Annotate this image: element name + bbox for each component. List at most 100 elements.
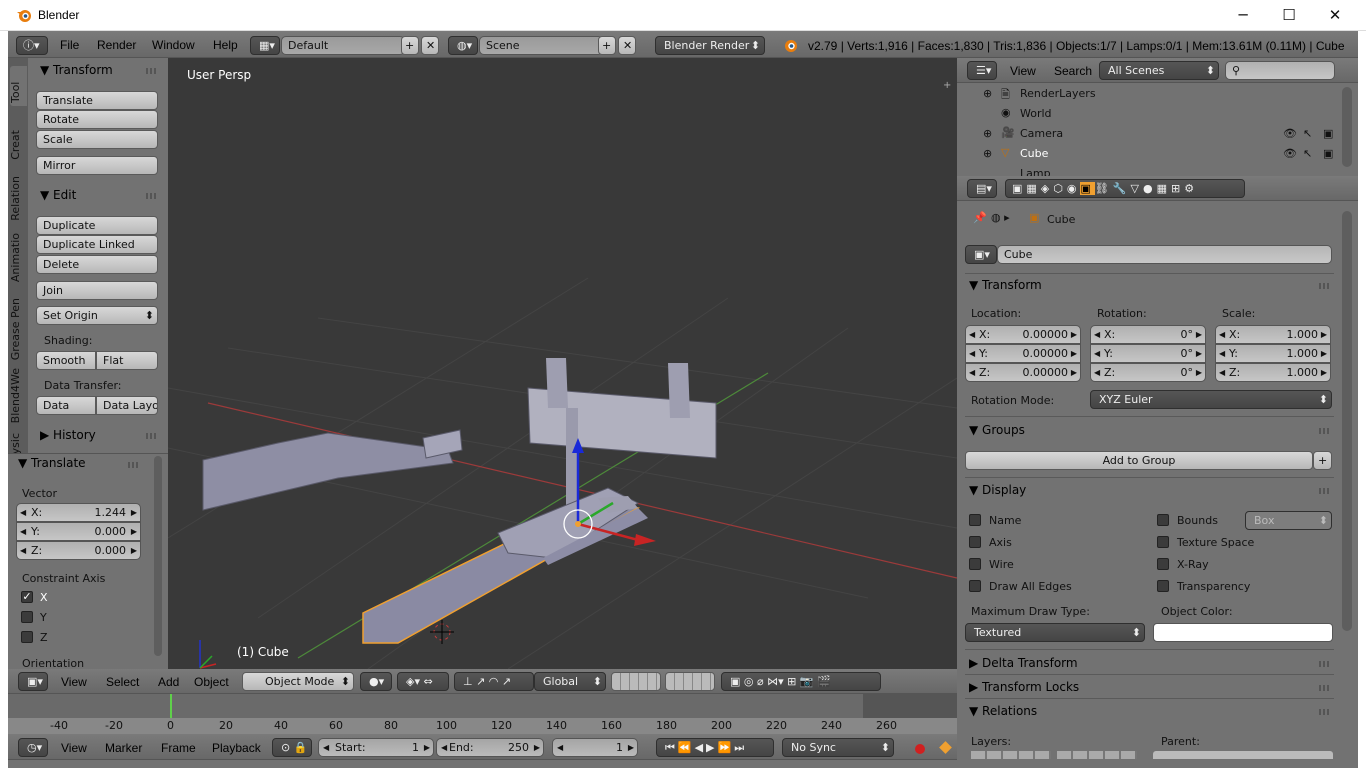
pin-icon[interactable]: 📌 — [973, 211, 987, 224]
vector-y-field[interactable]: ◀ Y: 0.000 ▶ — [16, 522, 141, 541]
maximize-button[interactable]: ☐ — [1266, 0, 1312, 31]
end-frame-field[interactable]: ◀ End: 250 ▶ — [436, 738, 544, 757]
transform-orientation-select[interactable]: Global ⬍ — [534, 672, 606, 691]
outliner-row[interactable]: ⊕ 🎥 Camera 👁 ↖ ▣ — [957, 123, 1337, 143]
render-camera-icon[interactable]: ▣ — [1323, 127, 1333, 140]
layers-grid-right[interactable] — [665, 672, 715, 691]
display-name-checkbox[interactable] — [969, 514, 981, 526]
rotation-z-field[interactable]: ◀ Z: 0° ▶ — [1090, 363, 1206, 382]
vector-z-field[interactable]: ◀ Z: 0.000 ▶ — [16, 541, 141, 560]
start-frame-field[interactable]: ◀ Start: 1 ▶ — [318, 738, 434, 757]
scene-field[interactable]: Scene — [479, 36, 603, 55]
layers-grid[interactable] — [971, 751, 1051, 759]
tab-blend4web[interactable]: Blend4We — [9, 368, 22, 423]
duplicate-button[interactable]: Duplicate — [36, 216, 158, 235]
groups-header[interactable]: ▼ Groups — [969, 423, 1025, 437]
menu-render[interactable]: Render — [97, 38, 136, 52]
display-header[interactable]: ▼ Display — [969, 483, 1026, 497]
data-button[interactable]: Data — [36, 396, 96, 415]
timeline-menu-marker[interactable]: Marker — [105, 741, 142, 755]
location-z-field[interactable]: ◀ Z: 0.00000 ▶ — [965, 363, 1081, 382]
shading-mode-icon[interactable]: ●▾ — [360, 672, 392, 691]
display-mode-select[interactable]: All Scenes ⬍ — [1099, 61, 1219, 80]
timeline-ruler[interactable]: -40 -20 0 20 40 60 80 100 120 140 160 18… — [8, 718, 957, 734]
layout-remove-button[interactable]: ✕ — [421, 36, 439, 55]
record-icon[interactable] — [915, 744, 925, 754]
add-to-group-button[interactable]: Add to Group — [965, 451, 1313, 470]
vector-x-field[interactable]: ◀ X: 1.244 ▶ — [16, 503, 141, 522]
smooth-button[interactable]: Smooth — [36, 351, 96, 370]
playback-controls[interactable]: ⏮⏪◀▶⏩⏭ — [656, 738, 774, 757]
outliner-search-input[interactable]: ⚲ — [1225, 61, 1335, 80]
object-browse-icon[interactable]: ▣▾ — [965, 245, 997, 264]
texture-space-checkbox[interactable] — [1157, 536, 1169, 548]
outliner-menu-search[interactable]: Search — [1054, 64, 1092, 78]
render-engine-select[interactable]: Blender Render ⬍ — [655, 36, 765, 55]
outliner-item-camera[interactable]: Camera — [1020, 127, 1063, 140]
max-draw-type-select[interactable]: Textured ⬍ — [965, 623, 1145, 642]
menu-select[interactable]: Select — [106, 675, 139, 689]
transform-panel-header[interactable]: ▼ Transform — [40, 63, 113, 77]
scene-remove-button[interactable]: ✕ — [618, 36, 636, 55]
select-cursor-icon[interactable]: ↖ — [1303, 147, 1312, 160]
layout-field[interactable]: Default — [281, 36, 405, 55]
outliner-item-world[interactable]: World — [1020, 107, 1052, 120]
scene-icon[interactable]: ◍▾ — [448, 36, 478, 55]
constraint-y-checkbox[interactable] — [21, 611, 33, 623]
mode-select[interactable]: Object Mode ⬍ — [242, 672, 354, 691]
tab-tool[interactable]: Tool — [9, 68, 22, 103]
scale-z-field[interactable]: ◀ Z: 1.000 ▶ — [1215, 363, 1331, 382]
viewport-tool-icons[interactable]: ▣ ◎ ⌀ ⋈▾ ⊞ 📷 🎬 — [721, 672, 881, 691]
join-button[interactable]: Join — [36, 281, 158, 300]
tab-create[interactable]: Creat — [9, 130, 22, 160]
display-wire-checkbox[interactable] — [969, 558, 981, 570]
keyframe-icon[interactable] — [939, 741, 952, 754]
editor-type-info-icon[interactable]: ⓘ▾ — [16, 36, 48, 55]
mirror-button[interactable]: Mirror — [36, 156, 158, 175]
rotation-mode-select[interactable]: XYZ Euler ⬍ — [1090, 390, 1332, 409]
menu-view[interactable]: View — [61, 675, 87, 689]
outliner-item-lamp[interactable]: Lamp — [1020, 167, 1051, 176]
scale-x-field[interactable]: ◀ X: 1.000 ▶ — [1215, 325, 1331, 344]
menu-window[interactable]: Window — [152, 38, 195, 52]
data-layout-button[interactable]: Data Layo — [96, 396, 158, 415]
editor-type-outliner-icon[interactable]: ☰▾ — [967, 61, 997, 80]
delete-button[interactable]: Delete — [36, 255, 158, 274]
timeline-area[interactable]: -40 -20 0 20 40 60 80 100 120 140 160 18… — [8, 694, 957, 734]
menu-add[interactable]: Add — [158, 675, 179, 689]
visibility-eye-icon[interactable]: 👁 — [1283, 147, 1297, 160]
menu-help[interactable]: Help — [213, 38, 238, 52]
rotation-x-field[interactable]: ◀ X: 0° ▶ — [1090, 325, 1206, 344]
outliner-row[interactable]: Lamp — [957, 163, 1337, 176]
flat-button[interactable]: Flat — [96, 351, 158, 370]
rotate-button[interactable]: Rotate — [36, 110, 158, 129]
timeline-menu-playback[interactable]: Playback — [212, 741, 261, 755]
scale-button[interactable]: Scale — [36, 130, 158, 149]
duplicate-linked-button[interactable]: Duplicate Linked — [36, 235, 158, 254]
properties-context-tabs[interactable]: ▣▦◈⬡◉▣⛓🔧▽●▦⊞⚙ — [1005, 179, 1245, 198]
properties-transform-header[interactable]: ▼ Transform — [969, 278, 1042, 292]
location-y-field[interactable]: ◀ Y: 0.00000 ▶ — [965, 344, 1081, 363]
history-panel-header[interactable]: ▶ History — [40, 428, 96, 442]
layers-grid-2[interactable] — [1057, 751, 1137, 759]
xray-checkbox[interactable] — [1157, 558, 1169, 570]
object-color-swatch[interactable] — [1153, 623, 1333, 642]
editor-type-properties-icon[interactable]: ▤▾ — [967, 179, 997, 198]
outliner-row[interactable]: ⊕ 🗎 RenderLayers — [957, 83, 1337, 103]
relations-header[interactable]: ▼ Relations — [969, 704, 1037, 718]
layers-grid-left[interactable] — [611, 672, 661, 691]
tab-relation[interactable]: Relation — [9, 176, 22, 221]
editor-type-timeline-icon[interactable]: ◷▾ — [18, 738, 48, 757]
location-x-field[interactable]: ◀ X: 0.00000 ▶ — [965, 325, 1081, 344]
object-name-field[interactable]: Cube — [997, 245, 1332, 264]
constraint-z-checkbox[interactable] — [21, 631, 33, 643]
translate-button[interactable]: Translate — [36, 91, 158, 110]
timeline-menu-frame[interactable]: Frame — [161, 741, 196, 755]
menu-file[interactable]: File — [60, 38, 79, 52]
display-axis-checkbox[interactable] — [969, 536, 981, 548]
render-camera-icon[interactable]: ▣ — [1323, 147, 1333, 160]
display-bounds-checkbox[interactable] — [1157, 514, 1169, 526]
set-origin-select[interactable]: Set Origin ⬍ — [36, 306, 158, 325]
operator-scrollbar[interactable] — [154, 456, 162, 656]
outliner-item-renderlayers[interactable]: RenderLayers — [1020, 87, 1096, 100]
